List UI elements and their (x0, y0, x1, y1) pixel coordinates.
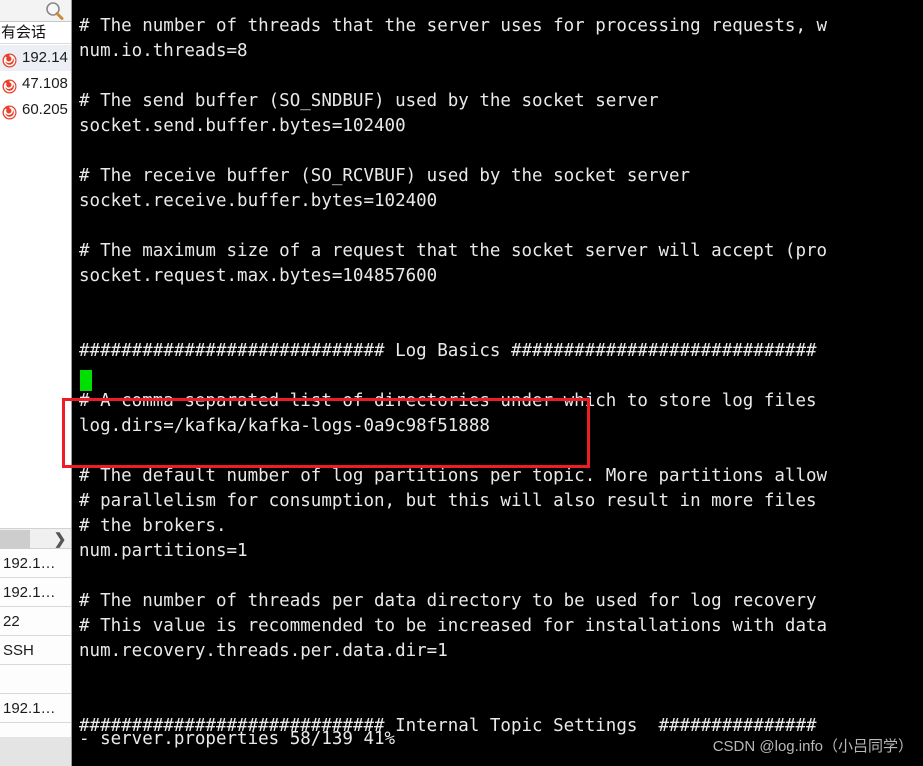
terminal-line: # The maximum size of a request that the… (79, 241, 828, 261)
session-icon (2, 51, 17, 68)
watermark: CSDN @log.info（小吕同学） (712, 738, 913, 755)
terminal-line: log.dirs=/kafka/kafka-logs-0a9c98f51888 (79, 416, 490, 436)
session-properties-list: 192.1… 192.1… 22 SSH 192.1… (0, 549, 71, 752)
terminal-line: # The default number of log partitions p… (79, 466, 828, 486)
terminal-line: num.partitions=1 (79, 541, 248, 561)
list-item[interactable]: 60.205 (0, 97, 71, 123)
session-list: 192.14 47.108 60.205 (0, 45, 71, 123)
list-item-label: 192.14 (22, 49, 68, 66)
terminal-pane[interactable]: # The number of threads that the server … (73, 0, 923, 766)
terminal-line: # A comma separated list of directories … (79, 391, 817, 411)
table-row[interactable]: 192.1… (0, 694, 71, 723)
less-status-line: - server.properties 58/139 41% (79, 729, 396, 749)
terminal-output: # The number of threads that the server … (79, 14, 923, 739)
app-window: 有会话 192.14 47.108 60.205 ❯ 192.1… 192.1…… (0, 0, 923, 766)
session-icon (2, 103, 17, 120)
terminal-line: ############################# Log Basics… (79, 341, 817, 361)
terminal-line: num.recovery.threads.per.data.dir=1 (79, 641, 448, 661)
sidebar-toolbar (0, 0, 71, 22)
terminal-line: socket.request.max.bytes=104857600 (79, 266, 438, 286)
session-sidebar: 有会话 192.14 47.108 60.205 ❯ 192.1… 192.1…… (0, 0, 72, 766)
list-item[interactable]: 47.108 (0, 71, 71, 97)
list-item[interactable]: 192.14 (0, 45, 71, 71)
chevron-right-icon[interactable]: ❯ (51, 529, 69, 550)
terminal-line: # The receive buffer (SO_RCVBUF) used by… (79, 166, 691, 186)
list-item-label: 60.205 (22, 101, 68, 118)
table-row[interactable]: 22 (0, 607, 71, 636)
terminal-line: # the brokers. (79, 516, 227, 536)
table-row[interactable] (0, 665, 71, 694)
terminal-line: socket.send.buffer.bytes=102400 (79, 116, 406, 136)
session-icon (2, 77, 17, 94)
terminal-line: # The number of threads that the server … (79, 16, 828, 36)
terminal-line: # The number of threads per data directo… (79, 591, 828, 611)
search-icon[interactable] (44, 1, 64, 21)
table-row[interactable]: 192.1… (0, 549, 71, 578)
scrollbar-thumb[interactable] (0, 530, 30, 549)
list-item-label: 47.108 (22, 75, 68, 92)
terminal-line: # The send buffer (SO_SNDBUF) used by th… (79, 91, 659, 111)
table-row[interactable]: SSH (0, 636, 71, 665)
table-row[interactable]: 192.1… (0, 578, 71, 607)
terminal-line: socket.receive.buffer.bytes=102400 (79, 191, 438, 211)
terminal-line: num.io.threads=8 (79, 41, 248, 61)
horizontal-scrollbar[interactable]: ❯ (0, 528, 71, 550)
block-cursor (80, 370, 92, 391)
terminal-line: # This value is recommended to be increa… (79, 616, 828, 636)
sidebar-header: 有会话 (0, 22, 71, 44)
sidebar-footer (0, 737, 71, 766)
terminal-line: # parallelism for consumption, but this … (79, 491, 828, 511)
